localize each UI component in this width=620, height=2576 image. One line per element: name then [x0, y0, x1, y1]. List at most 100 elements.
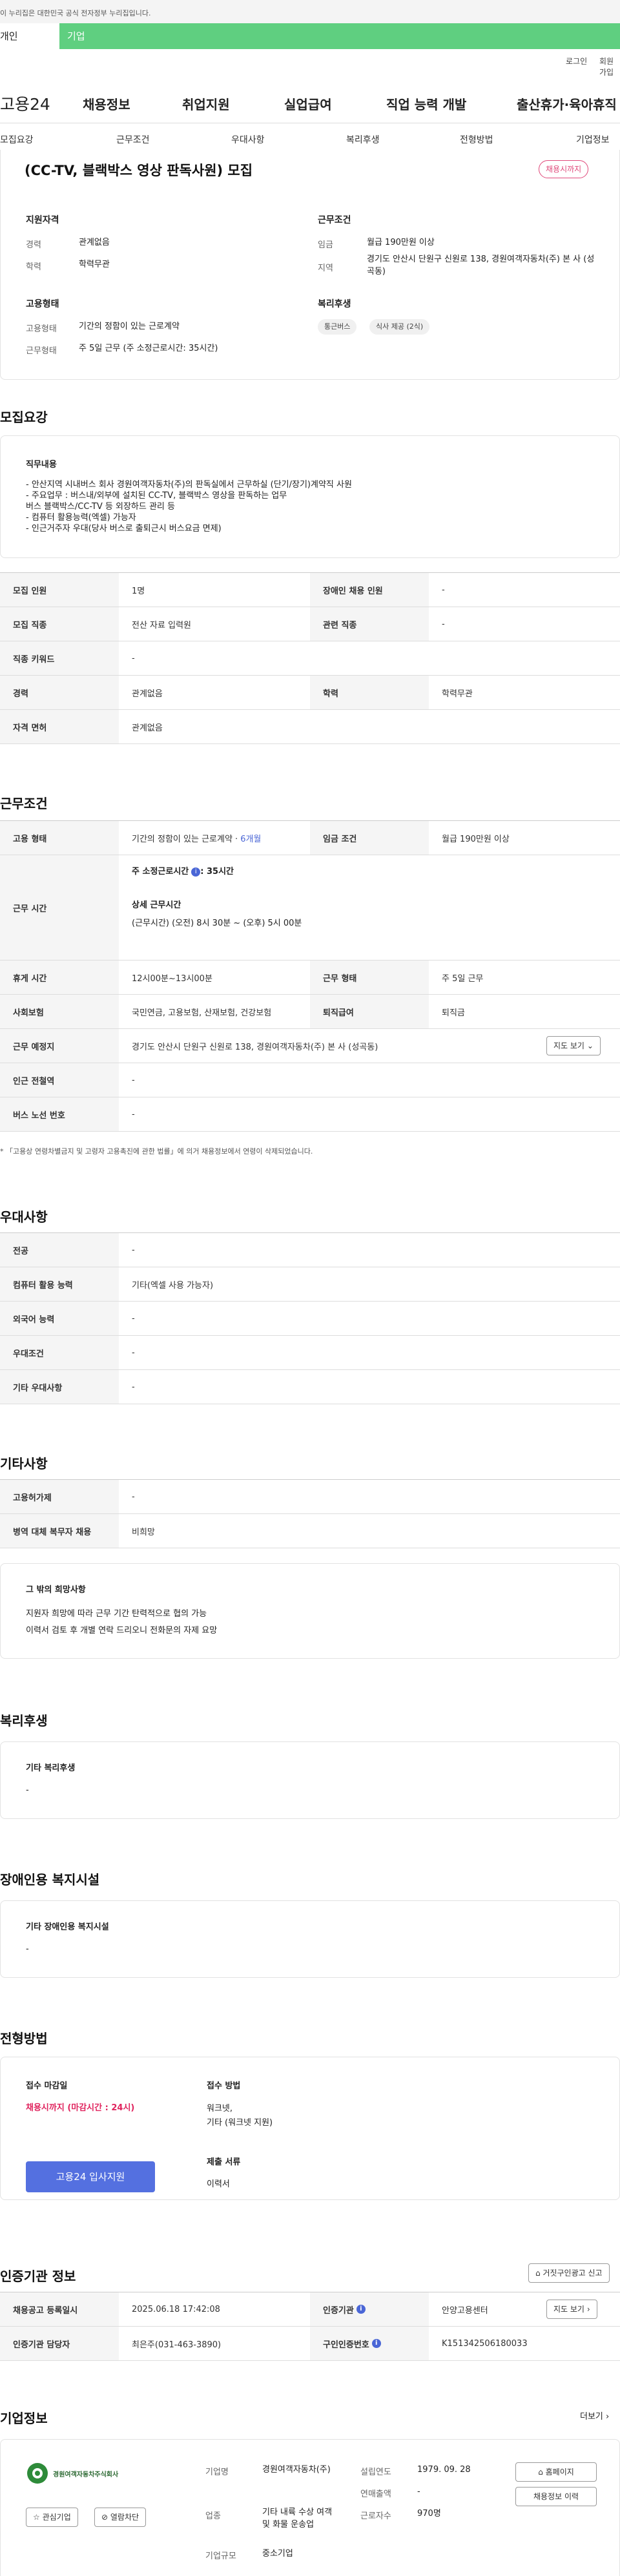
- tab-company[interactable]: 기업: [59, 23, 85, 49]
- docs-title: 제출 서류: [207, 2157, 241, 2167]
- th-job-category: 모집 직종: [0, 607, 119, 641]
- td-major: -: [132, 1245, 135, 1255]
- th-hours: 근무 시간: [0, 855, 119, 960]
- th-permit: 고용허가제: [0, 1480, 119, 1513]
- th-break: 휴게 시간: [0, 961, 119, 994]
- more-link[interactable]: 더보기 ›: [580, 2411, 609, 2423]
- section-title-disabled: 장애인용 복지시설: [0, 1872, 100, 1887]
- staff-label: 근로자수: [360, 2511, 391, 2521]
- hours-detail: (근무시간) (오전) 8시 30분 ~ (오후) 5시 00분: [132, 919, 302, 928]
- star-icon: ☆: [33, 2513, 43, 2522]
- join-link[interactable]: 회원가입: [599, 56, 620, 78]
- td-headcount: 1명: [132, 586, 145, 596]
- jobs-history-button[interactable]: 채용정보 이력: [515, 2487, 597, 2506]
- duty-title: 직무내용: [26, 460, 57, 470]
- subnav-company[interactable]: 기업정보: [576, 133, 610, 146]
- td-pref-etc: -: [132, 1382, 135, 1392]
- section-title-apply: 전형방법: [0, 2031, 48, 2046]
- td-emp-type: 기간의 정함이 있는 근로계약 · 6개월: [132, 821, 261, 855]
- homepage-button[interactable]: ⌂ 홈페이지: [515, 2462, 597, 2482]
- emp-value: 기간의 정함이 있는 근로계약: [79, 322, 180, 331]
- th-emp-type: 고용 형태: [0, 821, 119, 855]
- td-station: -: [132, 1075, 135, 1085]
- deadline-title: 접수 마감일: [26, 2081, 68, 2091]
- th-bus: 버스 노선 번호: [0, 1097, 119, 1131]
- section-title-conditions: 근무조건: [0, 796, 48, 811]
- th-disabled-headcount: 장애인 채용 인원: [310, 573, 429, 607]
- career-label: 경력: [26, 240, 41, 250]
- th-military: 병역 대체 복무자 채용: [0, 1514, 119, 1548]
- sales: -: [417, 2487, 420, 2497]
- docs-value: 이력서: [207, 2179, 230, 2189]
- wage-label: 임금: [318, 240, 333, 250]
- chevron-right-icon: ›: [586, 2305, 590, 2314]
- welfare-title: 복리후생: [318, 299, 351, 309]
- th-education: 학력: [310, 676, 429, 709]
- info-icon[interactable]: i: [191, 867, 201, 877]
- hours-week: 주 소정근로시간 i: 35시간: [132, 867, 234, 877]
- th-severance: 퇴직급여: [310, 995, 429, 1028]
- td-reg-date: 2025.06.18 17:42:08: [132, 2304, 220, 2314]
- td-workplace: 경기도 안산시 단원구 신원로 138, 경원여객자동차(주) 본 사 (성곡동…: [132, 1042, 378, 1052]
- td-wage: 월급 190만원 이상: [442, 834, 510, 844]
- td-job-category: 전산 자료 입력원: [132, 620, 191, 630]
- td-pref-cond: -: [132, 1347, 135, 1358]
- subnav-recruit[interactable]: 모집요강: [0, 133, 34, 146]
- career-value: 관계없음: [79, 238, 110, 247]
- gnb-item-training[interactable]: 직업 능력 개발: [386, 94, 466, 113]
- info-icon[interactable]: i: [371, 2339, 381, 2348]
- edu-value: 학력무관: [79, 260, 110, 269]
- th-license: 자격 면허: [0, 710, 119, 743]
- report-button[interactable]: ⌂ 거짓구인광고 신고: [528, 2263, 610, 2283]
- emp-months: 6개월: [240, 834, 262, 844]
- th-headcount: 모집 인원: [0, 573, 119, 607]
- work-title: 근무조건: [318, 215, 351, 225]
- td-org: 안양고용센터: [442, 2305, 488, 2316]
- est: 1979. 09. 28: [417, 2465, 471, 2475]
- area-value: 경기도 안산시 단원구 신원로 138, 경원여객자동차(주) 본 사 (성곡동…: [367, 254, 595, 276]
- job-title: (CC-TV, 블랙박스 영상 판독사원) 모집: [25, 163, 253, 178]
- th-cert-id: 구인인증번호 i: [310, 2327, 429, 2360]
- subnav-preference[interactable]: 우대사항: [231, 133, 265, 146]
- th-reg-date: 채용공고 등록일시: [0, 2292, 119, 2326]
- industry: 기타 내륙 수상 여객 및 화물 운송업: [262, 2508, 333, 2529]
- th-job-keyword: 직종 키워드: [0, 641, 119, 675]
- chevron-right-icon: ›: [606, 2412, 610, 2422]
- td-career: 관계없음: [132, 689, 163, 699]
- gov-banner: 이 누리집은 대한민국 공식 전자정부 누리집입니다.: [0, 0, 620, 23]
- gnb-item-unemployment[interactable]: 실업급여: [284, 94, 332, 113]
- org-map-button[interactable]: 지도 보기 ›: [546, 2300, 597, 2319]
- gnb-item-leave[interactable]: 출산휴가·육아휴직: [517, 94, 617, 113]
- block-button[interactable]: ⊘ 열람차단: [94, 2508, 147, 2527]
- apply-button[interactable]: 고용24 입사지원: [26, 2161, 155, 2192]
- subnav-welfare[interactable]: 복리후생: [346, 133, 380, 146]
- gnb-item-jobs[interactable]: 채용정보: [83, 94, 130, 113]
- favorite-button[interactable]: ☆ 관심기업: [26, 2508, 78, 2527]
- block-icon: ⊘: [101, 2513, 110, 2522]
- section-title-recruit: 모집요강: [0, 410, 48, 425]
- map-button[interactable]: 지도 보기 ⌄: [546, 1036, 601, 1055]
- th-workplace: 근무 예정지: [0, 1029, 119, 1063]
- company-name: 경원여객자동차(주): [262, 2465, 331, 2475]
- company-logo: 경원여객자동차주식회사: [26, 2457, 149, 2489]
- th-related-job: 관련 직종: [310, 607, 429, 641]
- edu-label: 학력: [26, 262, 41, 272]
- info-icon[interactable]: i: [356, 2305, 366, 2314]
- disabled-box-title: 기타 장애인용 복지시설: [26, 1922, 109, 1932]
- welfare-box-value: -: [26, 1785, 29, 1795]
- subnav-conditions[interactable]: 근무조건: [116, 133, 150, 146]
- wage-value: 월급 190만원 이상: [367, 238, 435, 247]
- section-title-etc: 기타사항: [0, 1456, 48, 1471]
- login-link[interactable]: 로그인: [566, 56, 587, 67]
- site-logo[interactable]: 고용24: [0, 92, 50, 115]
- tab-individual[interactable]: 개인: [0, 23, 59, 49]
- td-bus: -: [132, 1109, 135, 1119]
- gnb-item-support[interactable]: 취업지원: [182, 94, 230, 113]
- scale-label: 기업규모: [205, 2551, 236, 2561]
- industry-label: 업종: [205, 2511, 221, 2521]
- subnav-selection[interactable]: 전형방법: [460, 133, 493, 146]
- td-cert-id: K151342506180033: [442, 2338, 528, 2349]
- age-note: * 「고용상 연령차별금지 및 고령자 고용촉진에 관한 법률」에 의거 채용정…: [0, 1147, 313, 1156]
- disabled-box: [0, 1900, 620, 1978]
- th-org: 인증기관 i: [310, 2292, 429, 2326]
